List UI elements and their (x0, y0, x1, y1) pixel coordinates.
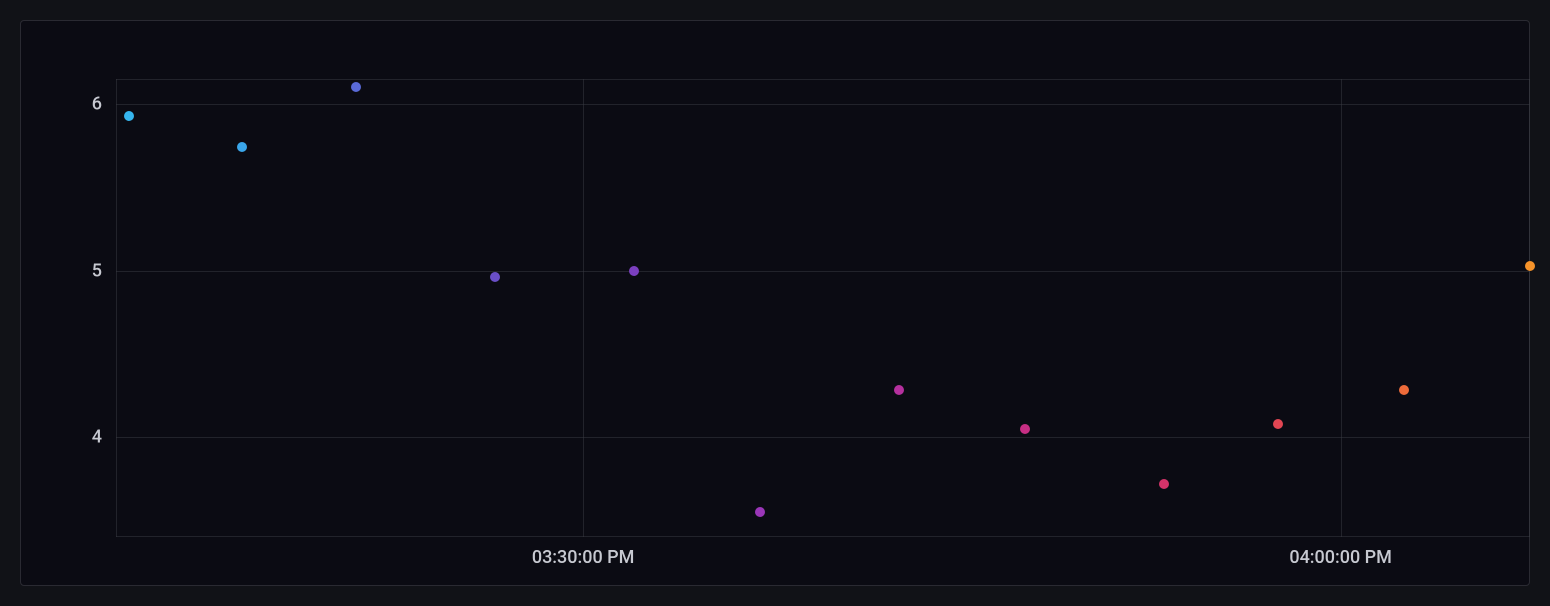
gridline-x (583, 79, 584, 537)
y-tick-label: 4 (92, 427, 102, 448)
gridline-y (116, 271, 1530, 272)
data-point[interactable] (1273, 419, 1283, 429)
plot-border-left (116, 79, 117, 537)
data-point[interactable] (237, 142, 247, 152)
plot-border-top (116, 79, 1530, 80)
x-tick-label: 03:30:00 PM (532, 547, 635, 568)
data-point[interactable] (894, 385, 904, 395)
data-point[interactable] (1525, 261, 1535, 271)
gridline-x (1341, 79, 1342, 537)
y-tick-label: 5 (92, 260, 102, 281)
data-point[interactable] (755, 507, 765, 517)
data-point[interactable] (351, 82, 361, 92)
data-point[interactable] (1399, 385, 1409, 395)
data-point[interactable] (1020, 424, 1030, 434)
gridline-y (116, 437, 1530, 438)
y-tick-label: 6 (92, 93, 102, 114)
data-point[interactable] (629, 266, 639, 276)
data-point[interactable] (490, 272, 500, 282)
chart-panel: 4 5 6 03:30:00 PM 04:00:00 PM (20, 20, 1530, 586)
gridline-y (116, 104, 1530, 105)
x-tick-label: 04:00:00 PM (1289, 547, 1392, 568)
plot-border-right (1529, 79, 1530, 537)
plot-area[interactable]: 45603:30:00 PM04:00:00 PM (116, 79, 1530, 537)
data-point[interactable] (1159, 479, 1169, 489)
plot-border-bottom (116, 536, 1530, 537)
data-point[interactable] (124, 111, 134, 121)
